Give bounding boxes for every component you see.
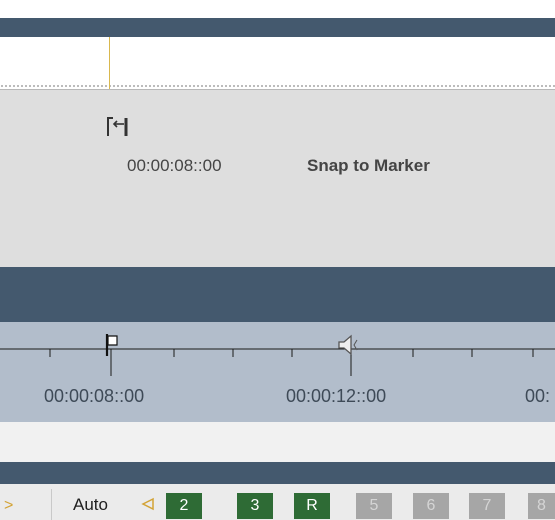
ruler-time-label: 00:00:12::00 xyxy=(286,386,387,406)
top-spacer xyxy=(0,0,555,18)
track-strip xyxy=(0,422,555,462)
track-header-bar xyxy=(0,18,555,37)
playhead-line[interactable] xyxy=(109,37,110,89)
snap-time-readout: 00:00:08::00 xyxy=(127,156,222,175)
track-button-6[interactable]: 6 xyxy=(413,493,449,519)
automation-triangle-icon[interactable] xyxy=(141,497,155,511)
track-lane-dotted-edge xyxy=(0,84,555,88)
automation-mode-label[interactable]: Auto xyxy=(73,495,108,515)
snap-info-panel xyxy=(0,89,555,268)
marker-flag-icon[interactable] xyxy=(103,332,121,358)
ruler-time-label: 00: xyxy=(525,386,551,406)
snap-to-marker-label: Snap to Marker xyxy=(307,156,430,175)
toolbar-separator xyxy=(51,489,52,520)
speaker-icon[interactable] xyxy=(336,334,362,356)
expand-arrow-icon[interactable]: > xyxy=(4,497,13,515)
lower-track-header-bar xyxy=(0,462,555,484)
track-button-r[interactable]: R xyxy=(294,493,330,519)
timeline-header-band xyxy=(0,267,555,323)
ruler-time-label: 00:00:08::00 xyxy=(44,386,145,406)
track-button-5[interactable]: 5 xyxy=(356,493,392,519)
track-button-8[interactable]: 8 xyxy=(528,493,555,519)
track-button-7[interactable]: 7 xyxy=(469,493,505,519)
track-lane[interactable] xyxy=(0,37,555,88)
track-button-2[interactable]: 2 xyxy=(166,493,202,519)
snap-to-marker-icon xyxy=(107,117,128,136)
track-button-3[interactable]: 3 xyxy=(237,493,273,519)
timeline-ruler-ticks xyxy=(0,348,555,376)
